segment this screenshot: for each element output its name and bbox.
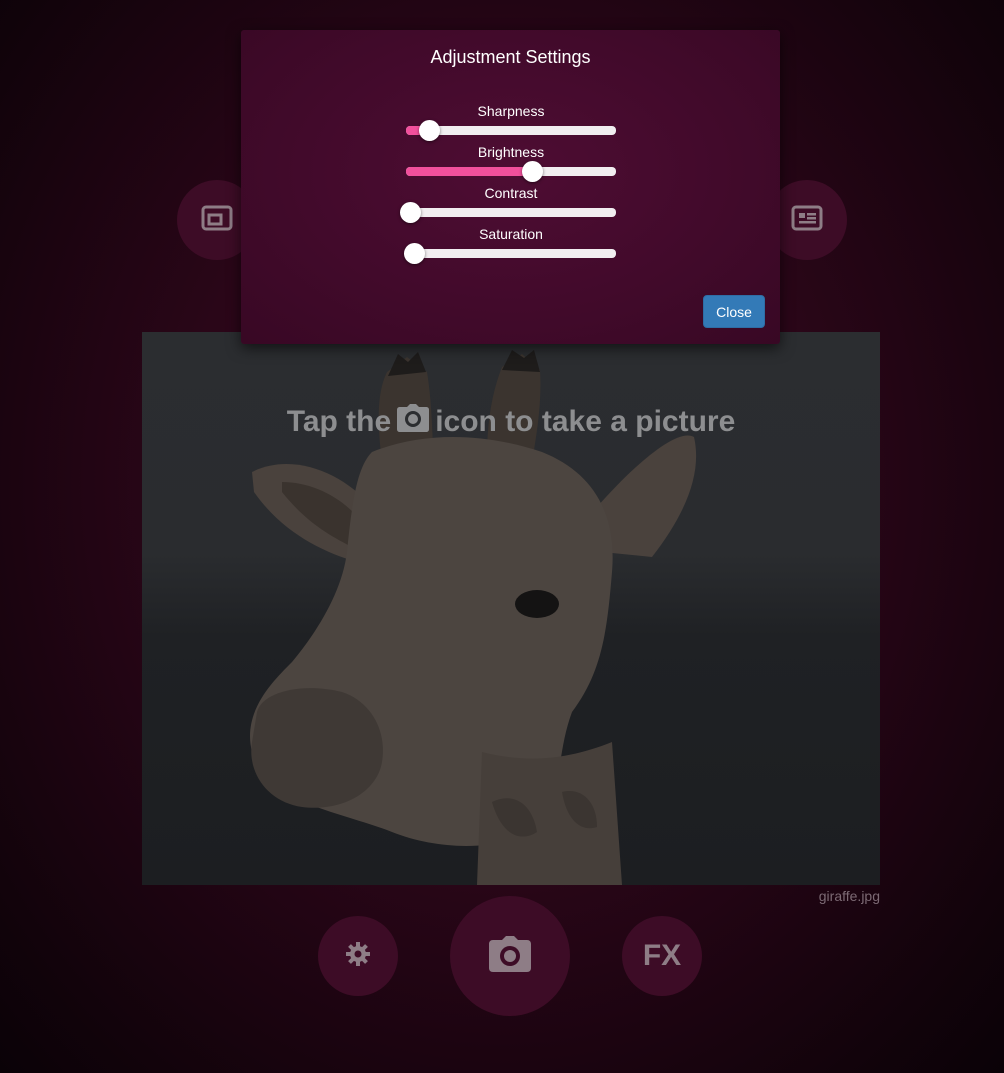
filename-label: giraffe.jpg — [818, 888, 880, 904]
brightness-control: Brightness — [406, 144, 616, 182]
brightness-label: Brightness — [477, 144, 545, 160]
saturation-control: Saturation — [404, 226, 616, 264]
hint-text-before: Tap the — [286, 405, 392, 438]
sharpness-control: Sharpness — [406, 103, 616, 141]
sharpness-slider[interactable] — [406, 120, 616, 141]
sharpness-label: Sharpness — [477, 103, 545, 119]
contrast-label: Contrast — [484, 185, 538, 201]
hint-text: Tap the icon to take a picture — [142, 404, 880, 440]
hint-text-after: icon to take a picture — [435, 405, 736, 438]
sharpness-slider-thumb[interactable] — [419, 120, 441, 141]
effects-button[interactable]: FX — [622, 916, 702, 996]
gear-icon — [346, 941, 370, 971]
contrast-control: Contrast — [400, 185, 616, 223]
saturation-label: Saturation — [479, 226, 543, 242]
brightness-slider[interactable] — [406, 161, 616, 182]
camera-icon — [397, 404, 430, 440]
brightness-slider-fill — [406, 167, 532, 176]
saturation-slider-thumb[interactable] — [404, 243, 426, 264]
take-picture-button[interactable] — [450, 896, 570, 1016]
brightness-slider-thumb[interactable] — [522, 161, 543, 182]
picture-in-picture-icon — [201, 205, 233, 236]
contrast-slider-thumb[interactable] — [400, 202, 422, 223]
saturation-slider[interactable] — [404, 243, 616, 264]
settings-button[interactable] — [318, 916, 398, 996]
contrast-slider[interactable] — [400, 202, 616, 223]
photo-viewer: Tap the icon to take a picture — [142, 332, 880, 885]
camera-icon — [489, 935, 531, 977]
adjustment-settings-dialog: Adjustment Settings Sharpness Brightness… — [241, 30, 780, 344]
close-button[interactable]: Close — [703, 295, 765, 328]
article-list-icon — [791, 205, 823, 236]
dialog-title: Adjustment Settings — [430, 47, 591, 67]
